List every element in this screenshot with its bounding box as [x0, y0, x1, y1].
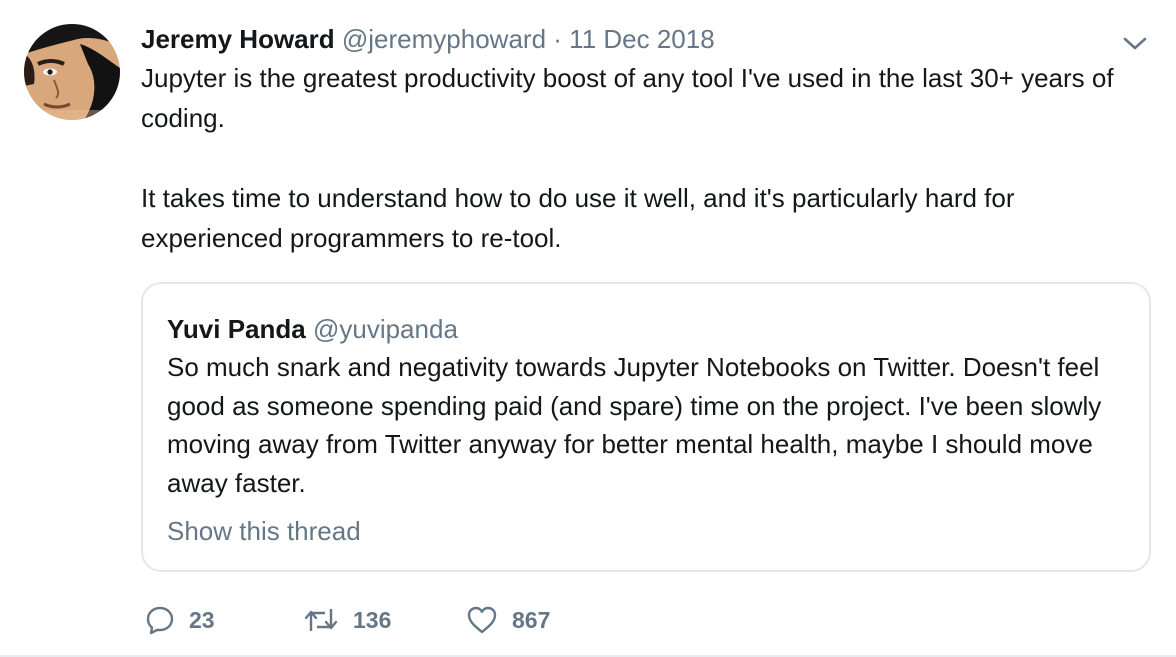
author-name[interactable]: Jeremy Howard: [141, 24, 335, 54]
quoted-tweet-header: Yuvi Panda @yuvipanda: [167, 312, 458, 346]
tweet-paragraph: It takes time to understand how to do us…: [141, 183, 1015, 253]
show-thread-link[interactable]: Show this thread: [167, 514, 361, 548]
tweet-text: Jupyter is the greatest productivity boo…: [141, 58, 1131, 258]
author-handle[interactable]: @jeremyphoward: [342, 24, 546, 54]
header-separator: ·: [553, 24, 562, 54]
tweet-paragraph: Jupyter is the greatest productivity boo…: [141, 63, 1114, 133]
retweet-button[interactable]: 136: [303, 600, 391, 640]
tweet: Jeremy Howard @jeremyphoward · 11 Dec 20…: [0, 0, 1176, 657]
more-menu-button[interactable]: [1120, 30, 1150, 56]
like-count: 867: [512, 606, 551, 633]
quoted-author-handle: @yuvipanda: [312, 314, 458, 344]
retweet-count: 136: [353, 606, 392, 633]
retweet-icon: [304, 609, 338, 631]
reply-button[interactable]: 23: [145, 600, 215, 640]
like-button[interactable]: 867: [466, 600, 550, 640]
quoted-tweet[interactable]: Yuvi Panda @yuvipanda So much snark and …: [141, 282, 1151, 572]
chevron-down-icon: [1123, 37, 1147, 50]
quoted-tweet-text: So much snark and negativity towards Jup…: [167, 352, 1102, 498]
reply-count: 23: [189, 606, 215, 633]
tweet-date[interactable]: 11 Dec 2018: [569, 24, 715, 54]
avatar-image: [24, 24, 120, 120]
tweet-header: Jeremy Howard @jeremyphoward · 11 Dec 20…: [141, 22, 715, 56]
reply-icon: [146, 606, 174, 635]
heart-icon: [467, 606, 497, 634]
quoted-author-name: Yuvi Panda: [167, 314, 306, 344]
avatar[interactable]: [24, 24, 120, 120]
